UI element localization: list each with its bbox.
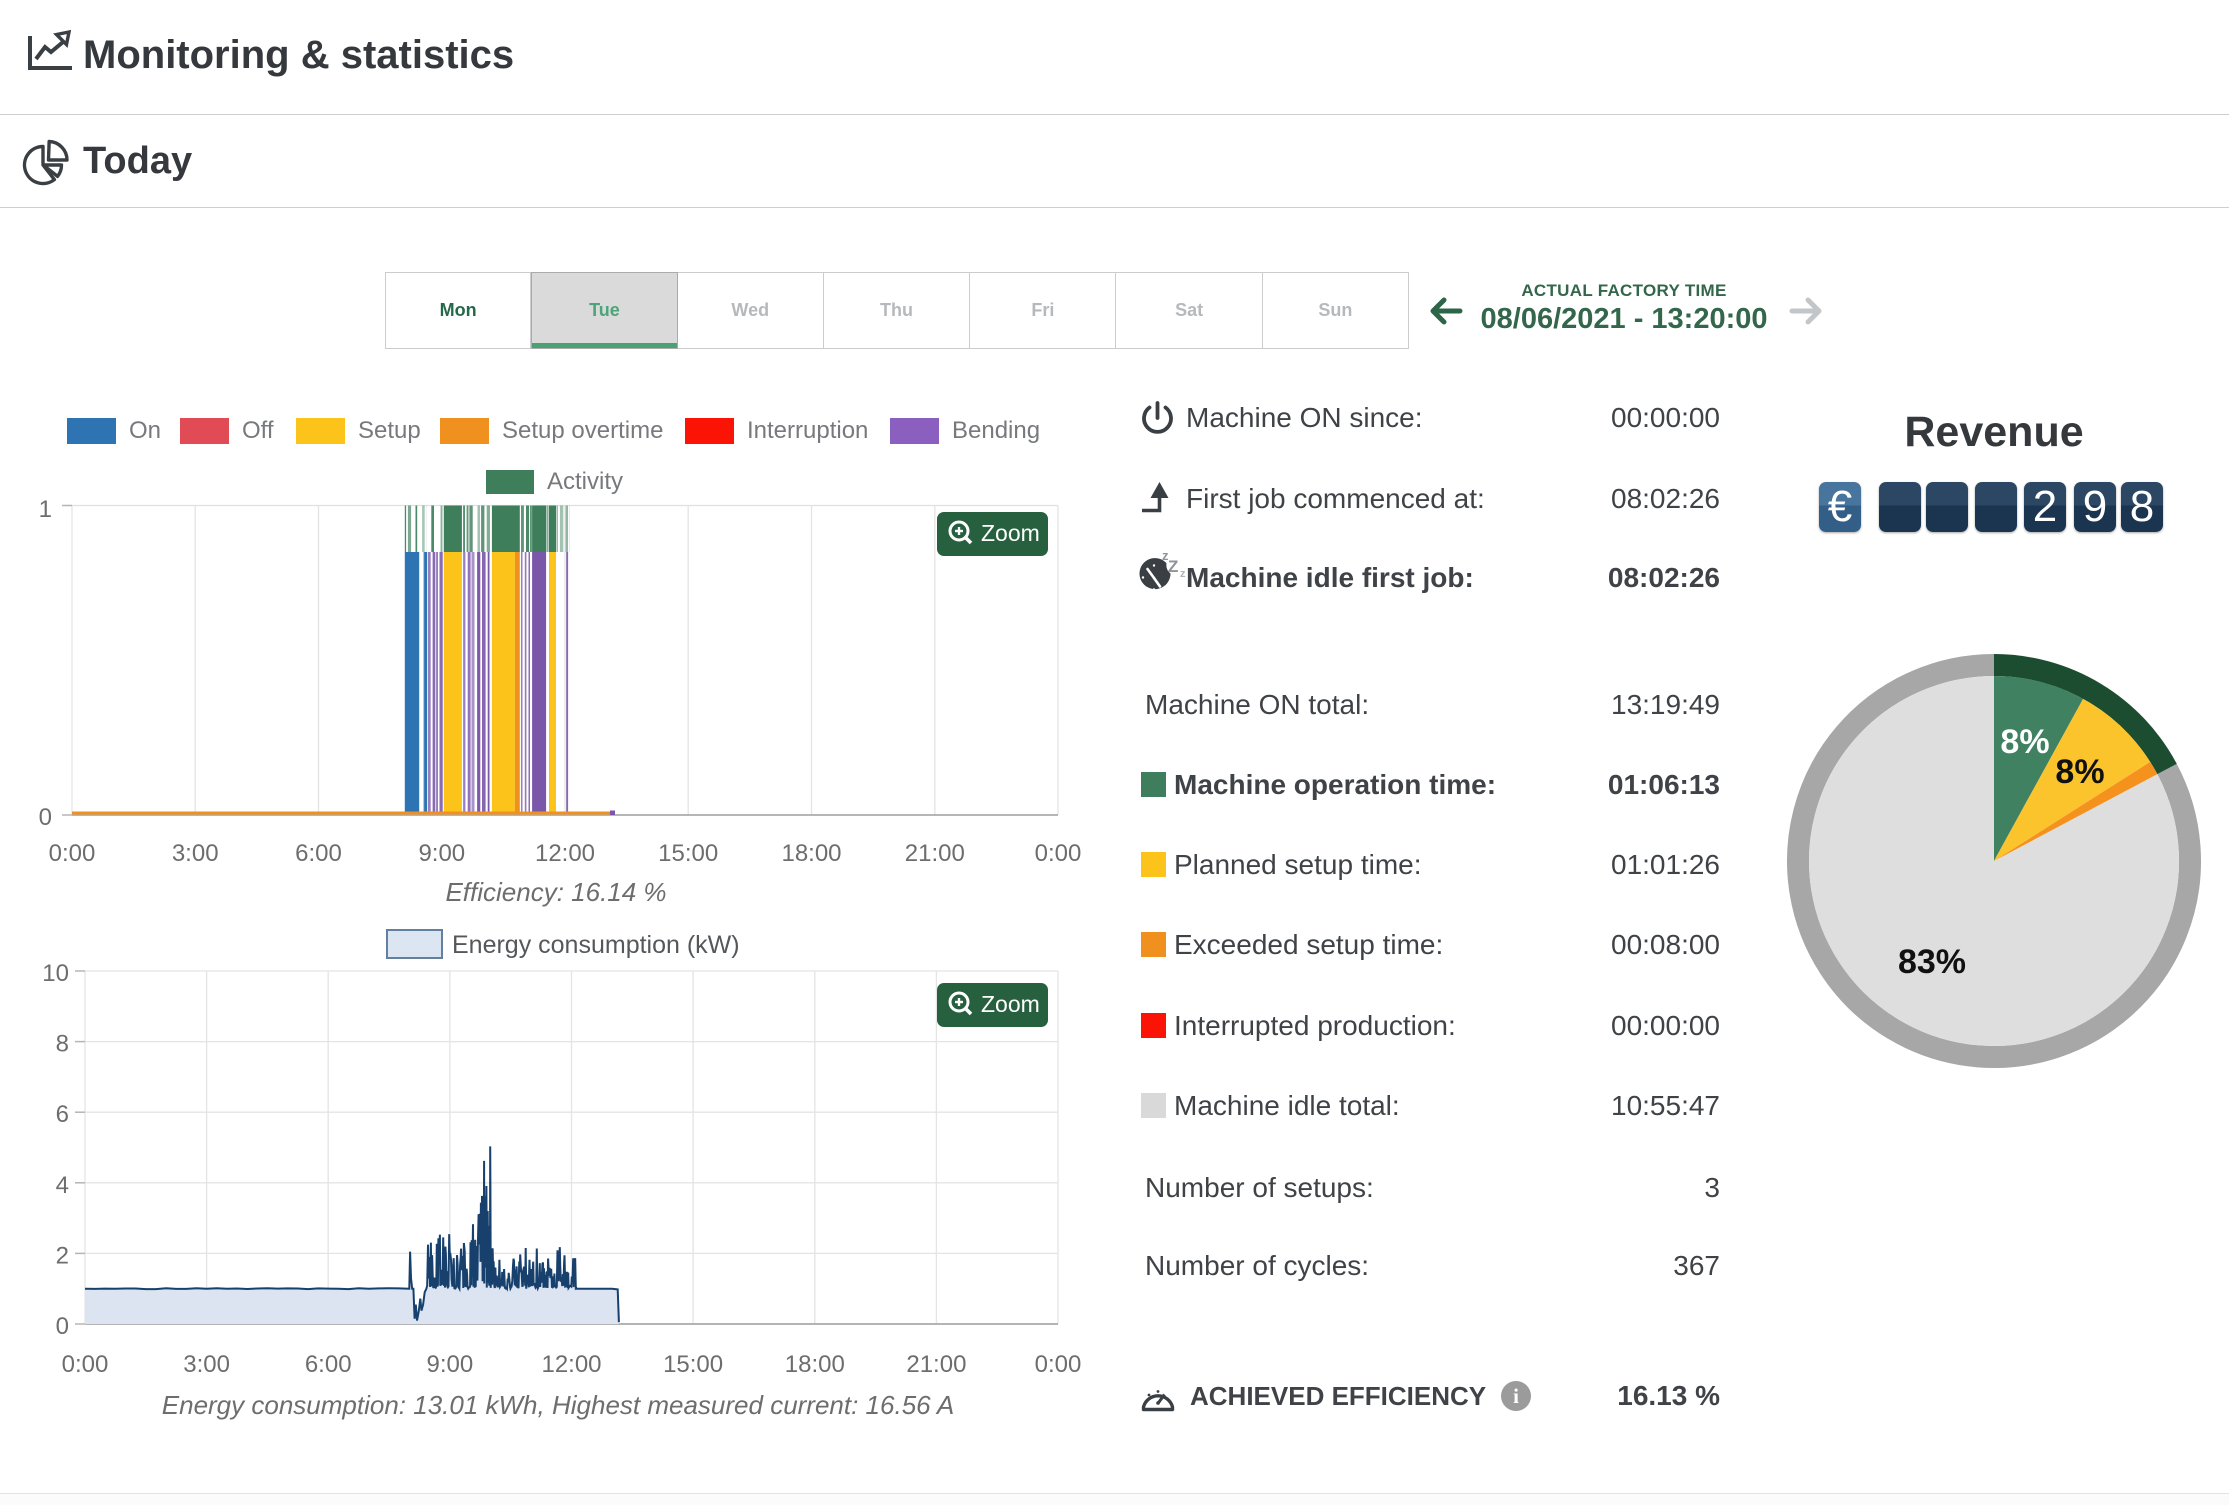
svg-text:9:00: 9:00 bbox=[427, 1351, 474, 1378]
svg-text:21:00: 21:00 bbox=[906, 1351, 966, 1378]
svg-text:10: 10 bbox=[42, 960, 69, 987]
svg-text:8%: 8% bbox=[2000, 723, 2049, 761]
svg-text:3:00: 3:00 bbox=[172, 840, 219, 867]
svg-text:9:00: 9:00 bbox=[418, 840, 465, 867]
svg-text:12:00: 12:00 bbox=[535, 840, 595, 867]
svg-text:6: 6 bbox=[56, 1101, 69, 1128]
svg-text:15:00: 15:00 bbox=[658, 840, 718, 867]
svg-text:1: 1 bbox=[39, 496, 52, 523]
svg-text:15:00: 15:00 bbox=[663, 1351, 723, 1378]
svg-text:8%: 8% bbox=[2055, 753, 2104, 791]
svg-text:83%: 83% bbox=[1898, 943, 1966, 981]
svg-text:0:00: 0:00 bbox=[49, 840, 96, 867]
svg-text:0:00: 0:00 bbox=[62, 1351, 109, 1378]
svg-text:18:00: 18:00 bbox=[785, 1351, 845, 1378]
svg-text:3:00: 3:00 bbox=[183, 1351, 230, 1378]
svg-text:Efficiency: 16.14 %: Efficiency: 16.14 % bbox=[445, 877, 666, 907]
svg-text:2: 2 bbox=[56, 1242, 69, 1269]
svg-text:Energy consumption (kW): Energy consumption (kW) bbox=[452, 931, 740, 959]
svg-text:Z: Z bbox=[1168, 557, 1178, 576]
svg-text:0:00: 0:00 bbox=[1035, 1351, 1082, 1378]
svg-text:Zoom: Zoom bbox=[981, 520, 1040, 546]
svg-text:0: 0 bbox=[39, 804, 52, 831]
svg-text:4: 4 bbox=[56, 1172, 69, 1199]
svg-text:6:00: 6:00 bbox=[295, 840, 342, 867]
svg-text:18:00: 18:00 bbox=[781, 840, 841, 867]
svg-text:0:00: 0:00 bbox=[1035, 840, 1082, 867]
svg-text:21:00: 21:00 bbox=[905, 840, 965, 867]
svg-text:12:00: 12:00 bbox=[541, 1351, 601, 1378]
svg-text:0: 0 bbox=[56, 1313, 69, 1340]
svg-text:8: 8 bbox=[56, 1031, 69, 1058]
svg-text:Energy consumption: 13.01 kWh,: Energy consumption: 13.01 kWh, Highest m… bbox=[162, 1390, 954, 1420]
svg-text:6:00: 6:00 bbox=[305, 1351, 352, 1378]
svg-text:Zoom: Zoom bbox=[981, 991, 1040, 1017]
